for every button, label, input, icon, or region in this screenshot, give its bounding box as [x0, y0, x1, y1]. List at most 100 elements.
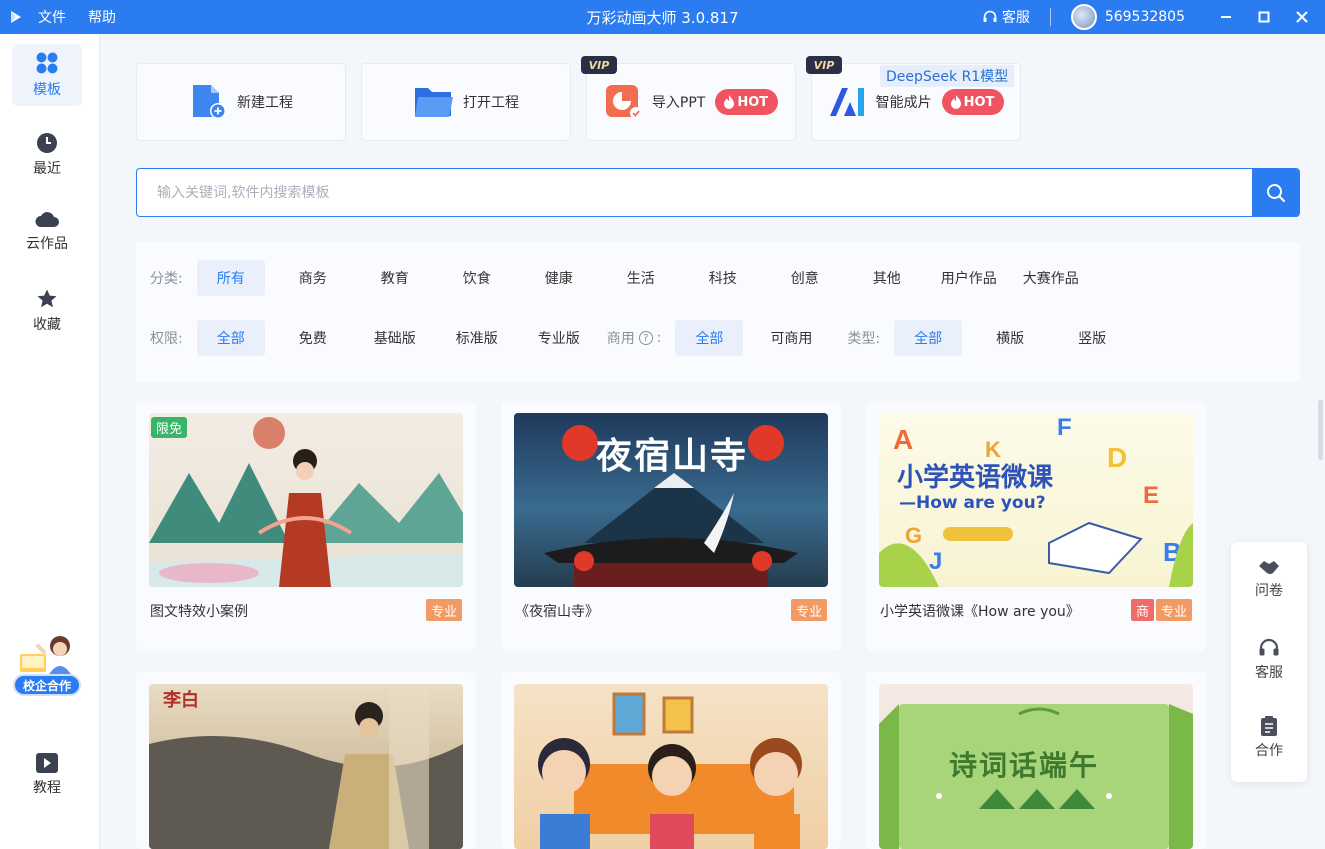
category-option-creative[interactable]: 创意 — [771, 260, 839, 296]
type-option-landscape[interactable]: 横版 — [976, 320, 1044, 356]
template-thumbnail[interactable]: A K F D E G J B 小学英语微课 —How are you? — [879, 413, 1193, 587]
cooperation-button[interactable]: 合作 — [1231, 716, 1307, 760]
user-avatar[interactable] — [1070, 4, 1097, 30]
user-id[interactable]: 569532805 — [1105, 9, 1185, 25]
category-option-user-works[interactable]: 用户作品 — [935, 260, 1003, 296]
sidebar-item-recent[interactable]: 最近 — [12, 124, 82, 186]
permission-option-standard[interactable]: 标准版 — [443, 320, 511, 356]
template-thumbnail[interactable]: 李白 — [149, 684, 463, 849]
template-thumbnail[interactable]: 限免 — [149, 413, 463, 587]
template-thumbnail[interactable]: 夜宿山寺 — [514, 413, 828, 587]
svg-text:F: F — [1057, 414, 1072, 441]
sidebar-item-label: 收藏 — [33, 317, 61, 333]
template-card[interactable]: 诗词话端午 — [866, 672, 1206, 849]
customer-service-label: 客服 — [1001, 10, 1030, 26]
vip-badge: VIP — [581, 56, 617, 74]
template-name: 小学英语微课《How are you》 — [880, 604, 1080, 620]
school-enterprise-coop-button[interactable]: 校企合作 — [12, 632, 82, 704]
video-play-icon — [36, 753, 58, 773]
template-thumbnail[interactable]: 诗词话端午 — [879, 684, 1193, 849]
new-project-button[interactable]: 新建工程 — [136, 63, 346, 141]
template-name: 《夜宿山寺》 — [515, 604, 599, 620]
help-question-icon[interactable]: ? — [638, 331, 653, 345]
svg-text:D: D — [1107, 442, 1127, 473]
svg-text:A: A — [893, 424, 913, 455]
category-option-food[interactable]: 饮食 — [443, 260, 511, 296]
right-floating-bar: 问卷 客服 合作 — [1231, 542, 1307, 782]
permission-option-pro[interactable]: 专业版 — [525, 320, 593, 356]
menu-file[interactable]: 文件 — [38, 7, 66, 27]
scrollbar-thumb[interactable] — [1318, 400, 1323, 460]
commercial-option-allowed[interactable]: 可商用 — [757, 320, 825, 356]
category-option-other[interactable]: 其他 — [853, 260, 921, 296]
import-ppt-button[interactable]: VIP 导入PPT HOT — [581, 56, 796, 141]
cooperation-label: 合作 — [1255, 743, 1283, 759]
permission-option-free[interactable]: 免费 — [279, 320, 347, 356]
survey-button[interactable]: 问卷 — [1231, 558, 1307, 600]
permission-label: 权限: — [150, 331, 183, 347]
sidebar-item-tutorial[interactable]: 教程 — [12, 744, 82, 806]
survey-label: 问卷 — [1255, 583, 1283, 599]
sidebar-item-cloud[interactable]: 云作品 — [12, 200, 82, 262]
new-project-label: 新建工程 — [237, 95, 293, 111]
sidebar-item-templates[interactable]: 模板 — [12, 44, 82, 106]
template-card[interactable]: 限免 图文特效小案例 专业 — [136, 401, 476, 651]
deepseek-model-tag[interactable]: DeepSeek R1模型 — [880, 65, 1015, 87]
hot-badge: HOT — [941, 89, 1005, 115]
category-option-business[interactable]: 商务 — [279, 260, 347, 296]
category-option-life[interactable]: 生活 — [607, 260, 675, 296]
template-card[interactable]: 李白 — [136, 672, 476, 849]
category-option-health[interactable]: 健康 — [525, 260, 593, 296]
thumbnail-title: 诗词话端午 — [949, 749, 1100, 782]
category-option-contest-works[interactable]: 大赛作品 — [1017, 260, 1085, 296]
coop-label: 校企合作 — [13, 674, 81, 696]
filter-panel: 分类: 所有 商务 教育 饮食 健康 生活 科技 创意 其他 用户作品 大赛作品… — [136, 242, 1300, 382]
cloud-icon — [35, 212, 59, 227]
template-thumbnail[interactable] — [514, 684, 828, 849]
search-button[interactable] — [1252, 169, 1299, 216]
limited-free-tag: 限免 — [151, 417, 188, 438]
search-bar — [136, 168, 1300, 217]
thumbnail-subtitle: —How are you? — [899, 493, 1046, 513]
svg-text:G: G — [905, 523, 922, 548]
pro-badge: 专业 — [790, 599, 827, 621]
svg-text:J: J — [929, 548, 942, 575]
thumbnail-title: 小学英语微课 — [897, 463, 1054, 493]
type-option-all[interactable]: 全部 — [894, 320, 963, 356]
search-input[interactable] — [137, 169, 1252, 216]
commercial-badge: 商 — [1130, 599, 1154, 621]
template-card[interactable]: 夜宿山寺 《夜宿山寺》 专业 — [501, 401, 841, 651]
headset-icon — [983, 10, 997, 22]
category-option-education[interactable]: 教育 — [361, 260, 429, 296]
category-option-tech[interactable]: 科技 — [689, 260, 757, 296]
menu-help[interactable]: 帮助 — [88, 7, 116, 27]
support-button[interactable]: 客服 — [1231, 638, 1307, 682]
star-icon — [37, 289, 57, 308]
minimize-icon — [1221, 16, 1231, 18]
permission-option-basic[interactable]: 基础版 — [361, 320, 429, 356]
support-label: 客服 — [1255, 665, 1283, 681]
template-illustration — [149, 417, 463, 587]
customer-service-button[interactable]: 客服 — [982, 7, 1030, 27]
category-label: 分类: — [150, 271, 183, 287]
minimize-button[interactable] — [1211, 0, 1241, 34]
type-option-portrait[interactable]: 竖版 — [1058, 320, 1126, 356]
maximize-button[interactable] — [1249, 0, 1279, 34]
template-card[interactable]: A K F D E G J B 小学英语微课 —How are you? 小学英… — [866, 401, 1206, 651]
sidebar-item-label: 教程 — [33, 780, 61, 796]
pro-badge: 专业 — [1155, 599, 1192, 621]
commercial-option-all[interactable]: 全部 — [675, 320, 744, 356]
grid-icon — [36, 52, 58, 74]
open-project-button[interactable]: 打开工程 — [361, 63, 571, 141]
permission-option-all[interactable]: 全部 — [196, 320, 265, 356]
sidebar-item-favorites[interactable]: 收藏 — [12, 280, 82, 342]
sidebar-item-label: 最近 — [33, 161, 61, 177]
close-button[interactable] — [1287, 0, 1317, 34]
category-option-all[interactable]: 所有 — [196, 260, 265, 296]
sidebar: 模板 最近 云作品 收藏 校企合作 教程 — [0, 34, 100, 849]
hot-badge: HOT — [715, 89, 779, 115]
template-name: 图文特效小案例 — [150, 604, 248, 620]
template-card[interactable] — [501, 672, 841, 849]
search-icon — [1266, 183, 1285, 202]
flame-icon — [950, 95, 961, 109]
